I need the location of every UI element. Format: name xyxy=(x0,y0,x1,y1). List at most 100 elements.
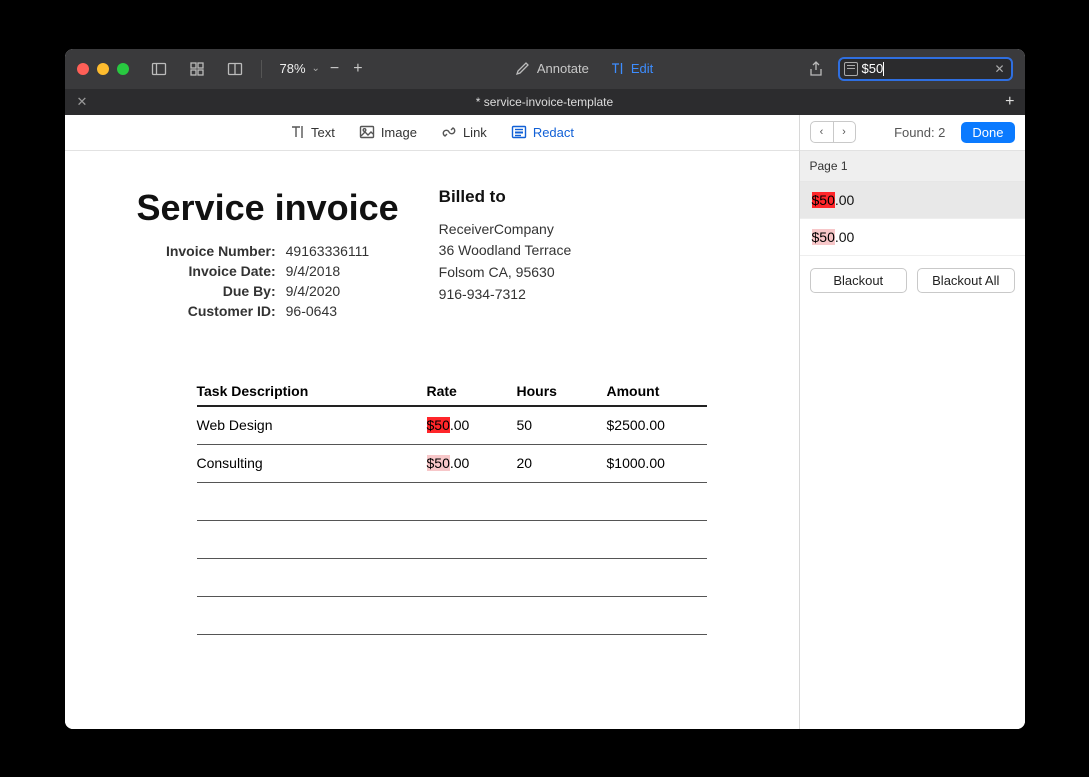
invoice-meta: Invoice Number: 49163336111 Invoice Date… xyxy=(137,243,399,319)
edit-toolbar: Text Image Link Redact xyxy=(65,115,799,151)
link-icon xyxy=(441,124,457,140)
cell-desc: Web Design xyxy=(197,407,427,445)
two-page-toggle[interactable] xyxy=(221,59,249,79)
next-result-button[interactable]: › xyxy=(833,122,855,142)
separator xyxy=(261,60,262,78)
search-filter-icon[interactable] xyxy=(844,62,858,76)
cell-amount: $1000.00 xyxy=(607,445,707,483)
billed-street: 36 Woodland Terrace xyxy=(439,240,572,262)
redact-icon xyxy=(511,124,527,140)
annotate-button[interactable]: Annotate xyxy=(509,59,595,79)
edit-label: Edit xyxy=(631,61,653,76)
zoom-in-button[interactable]: + xyxy=(349,60,366,78)
sidebar-header: ‹ › Found: 2 Done xyxy=(800,115,1025,151)
zoom-out-button[interactable]: − xyxy=(326,60,343,78)
thumbnails-toggle[interactable] xyxy=(183,59,211,79)
results-list[interactable]: Page 1 $50.00 $50.00 Blackout Blackout A… xyxy=(800,151,1025,729)
search-input[interactable]: $50 xyxy=(862,61,989,77)
zoom-value[interactable]: 78% xyxy=(280,61,306,76)
col-hours: Hours xyxy=(517,375,607,407)
cell-hours: 20 xyxy=(517,445,607,483)
tool-text[interactable]: Text xyxy=(289,124,335,140)
cell-rate: $50.00 xyxy=(427,407,517,445)
tool-image[interactable]: Image xyxy=(359,124,417,140)
app-window: 78% ⌄ − + Annotate Edit $50 ✕ ✕ * servic… xyxy=(65,49,1025,729)
billed-city: Folsom CA, 95630 xyxy=(439,262,572,284)
meta-due-label: Due By: xyxy=(137,283,276,299)
table-row: Consulting $50.00 20 $1000.00 xyxy=(197,445,799,483)
search-field[interactable]: $50 ✕ xyxy=(838,57,1013,81)
invoice-title: Service invoice xyxy=(137,187,399,229)
table-row xyxy=(197,597,799,635)
sidebar-actions: Blackout Blackout All xyxy=(800,256,1025,305)
cell-hours: 50 xyxy=(517,407,607,445)
sidebar-toggle[interactable] xyxy=(145,59,173,79)
result-page-header: Page 1 xyxy=(800,151,1025,182)
chevron-down-icon[interactable]: ⌄ xyxy=(312,63,320,74)
invoice-table: Task Description Rate Hours Amount Web D… xyxy=(197,375,799,635)
clear-search-icon[interactable]: ✕ xyxy=(992,62,1006,76)
search-sidebar: ‹ › Found: 2 Done Page 1 $50.00 $50.00 B… xyxy=(800,115,1025,729)
blackout-button[interactable]: Blackout xyxy=(810,268,908,293)
prev-result-button[interactable]: ‹ xyxy=(811,122,833,142)
pencil-icon xyxy=(515,61,531,77)
edit-text-icon xyxy=(609,61,625,77)
billed-to-label: Billed to xyxy=(439,187,572,207)
blackout-all-button[interactable]: Blackout All xyxy=(917,268,1015,293)
col-rate: Rate xyxy=(427,375,517,407)
meta-number: 49163336111 xyxy=(286,243,399,259)
result-nav: ‹ › xyxy=(810,121,856,143)
view-group xyxy=(145,59,249,79)
search-result[interactable]: $50.00 xyxy=(800,182,1025,219)
page-1: Service invoice Invoice Number: 49163336… xyxy=(89,169,799,635)
book-icon xyxy=(227,61,243,77)
document-scroll[interactable]: Service invoice Invoice Number: 49163336… xyxy=(65,151,799,729)
done-button[interactable]: Done xyxy=(961,122,1014,143)
meta-date-label: Invoice Date: xyxy=(137,263,276,279)
billed-to-block: ReceiverCompany 36 Woodland Terrace Fols… xyxy=(439,219,572,306)
cell-desc: Consulting xyxy=(197,445,427,483)
minimize-window[interactable] xyxy=(97,63,109,75)
tool-redact[interactable]: Redact xyxy=(511,124,574,140)
sidebar-icon xyxy=(151,61,167,77)
text-icon xyxy=(289,124,305,140)
cell-amount: $2500.00 xyxy=(607,407,707,445)
fullscreen-window[interactable] xyxy=(117,63,129,75)
search-highlight: $50 xyxy=(427,455,450,471)
meta-customer-label: Customer ID: xyxy=(137,303,276,319)
close-window[interactable] xyxy=(77,63,89,75)
new-tab-icon[interactable]: + xyxy=(1005,93,1014,111)
window-controls xyxy=(77,63,129,75)
tool-link[interactable]: Link xyxy=(441,124,487,140)
billed-phone: 916-934-7312 xyxy=(439,284,572,306)
close-tab-icon[interactable]: ✕ xyxy=(77,94,88,110)
result-highlight: $50 xyxy=(812,229,835,245)
tool-image-label: Image xyxy=(381,125,417,140)
main-area: Text Image Link Redact xyxy=(65,115,1025,729)
zoom-control: 78% ⌄ − + xyxy=(280,60,367,78)
titlebar: 78% ⌄ − + Annotate Edit $50 ✕ xyxy=(65,49,1025,89)
meta-customer: 96-0643 xyxy=(286,303,399,319)
table-header: Task Description Rate Hours Amount xyxy=(197,375,799,407)
share-icon xyxy=(808,61,824,77)
tool-text-label: Text xyxy=(311,125,335,140)
billed-company: ReceiverCompany xyxy=(439,219,572,241)
tab-bar: ✕ * service-invoice-template + xyxy=(65,89,1025,115)
col-desc: Task Description xyxy=(197,375,427,407)
search-result[interactable]: $50.00 xyxy=(800,219,1025,256)
tab-title[interactable]: * service-invoice-template xyxy=(65,95,1025,109)
edit-button[interactable]: Edit xyxy=(603,59,659,79)
share-button[interactable] xyxy=(802,59,830,79)
tool-link-label: Link xyxy=(463,125,487,140)
result-highlight: $50 xyxy=(812,192,835,208)
table-row xyxy=(197,483,799,521)
col-amount: Amount xyxy=(607,375,707,407)
document-pane: Text Image Link Redact xyxy=(65,115,800,729)
tool-redact-label: Redact xyxy=(533,125,574,140)
meta-number-label: Invoice Number: xyxy=(137,243,276,259)
cell-rate: $50.00 xyxy=(427,445,517,483)
table-row xyxy=(197,521,799,559)
image-icon xyxy=(359,124,375,140)
table-row: Web Design $50.00 50 $2500.00 xyxy=(197,407,799,445)
grid-icon xyxy=(189,61,205,77)
